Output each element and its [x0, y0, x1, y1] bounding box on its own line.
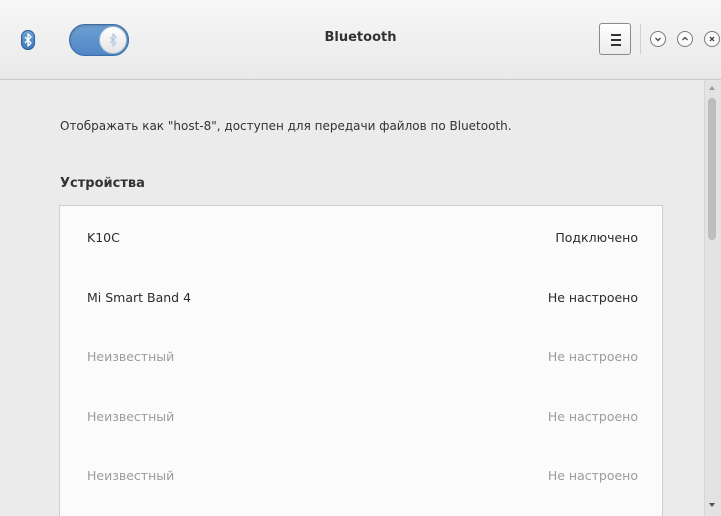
menu-button[interactable] — [599, 23, 631, 55]
scrollbar-thumb[interactable] — [708, 98, 716, 240]
device-row[interactable]: Неизвестный Не настроено — [60, 325, 662, 385]
device-row[interactable]: Mi Smart Band 4 Не настроено — [60, 266, 662, 326]
chevron-down-icon — [655, 37, 661, 42]
header-bar: Bluetooth — [0, 0, 721, 80]
scroll-down-arrow-icon[interactable] — [709, 503, 715, 507]
device-row[interactable]: K10C Подключено — [60, 206, 662, 266]
device-name: Неизвестный — [87, 349, 175, 364]
header-separator — [640, 24, 641, 54]
device-name: Mi Smart Band 4 — [87, 289, 192, 305]
close-icon — [709, 36, 715, 42]
chevron-up-icon — [682, 36, 688, 41]
device-name: Неизвестный — [87, 408, 175, 424]
device-row[interactable]: Неизвестный Не настроено — [60, 444, 662, 504]
device-row[interactable]: Неизвестный Не настроено — [60, 385, 662, 445]
device-status: Не настроено — [547, 408, 638, 424]
close-button[interactable] — [704, 31, 720, 47]
vertical-scrollbar[interactable] — [704, 80, 721, 516]
device-status: Не настроено — [547, 289, 638, 305]
main-content: Отображать как "host-8", доступен для пе… — [0, 80, 704, 516]
device-name: K10C — [87, 230, 120, 245]
visibility-info-text: Отображать как "host-8", доступен для пе… — [60, 119, 512, 133]
device-status: Не настроено — [547, 468, 638, 483]
device-list: K10C Подключено Mi Smart Band 4 Не настр… — [59, 205, 663, 516]
minimize-button[interactable] — [650, 31, 666, 47]
devices-heading: Устройства — [60, 176, 145, 191]
hamburger-menu-icon — [611, 34, 621, 36]
maximize-button[interactable] — [677, 31, 693, 47]
device-status: Не настроено — [547, 349, 638, 364]
device-status: Подключено — [555, 230, 638, 245]
scroll-up-arrow-icon[interactable] — [709, 86, 715, 90]
device-name: Неизвестный — [87, 468, 175, 483]
